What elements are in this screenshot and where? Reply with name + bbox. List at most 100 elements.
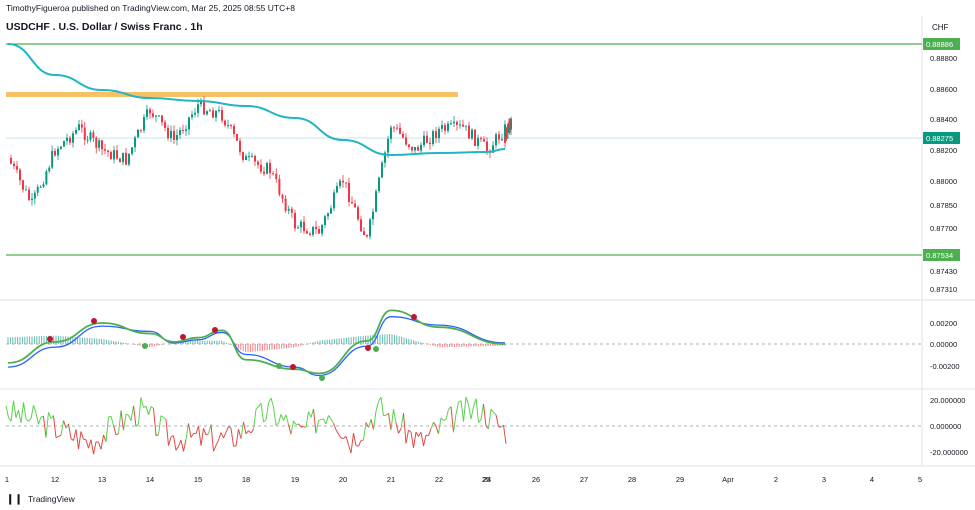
candle-body	[432, 131, 434, 145]
oscillator-segment	[495, 414, 499, 427]
oscillator-segment	[390, 409, 394, 431]
oscillator-segment	[430, 422, 434, 429]
oscillator-segment	[460, 400, 464, 422]
time-tick-label: Apr	[722, 475, 734, 484]
candle-body	[483, 139, 485, 142]
oscillator-segment	[470, 406, 474, 420]
oscillator-segment	[85, 439, 89, 449]
candle-body	[54, 150, 56, 156]
time-tick-label: 12	[51, 475, 59, 484]
oscillator-segment	[270, 397, 274, 407]
oscillator-segment	[415, 431, 419, 437]
oscillator-segment	[335, 429, 339, 435]
oscillator-segment	[375, 401, 379, 412]
oscillator-segment	[148, 406, 152, 415]
candle-body	[72, 133, 74, 143]
macd-cross-dot	[91, 318, 97, 324]
candle-body	[290, 208, 293, 213]
oscillator-segment	[5, 405, 9, 418]
oscillator-segment	[278, 414, 282, 424]
candle-body	[197, 104, 199, 113]
oscillator-segment	[58, 434, 62, 437]
time-tick-label: 22	[435, 475, 443, 484]
oscillator-segment	[325, 415, 329, 425]
candle-body	[164, 122, 166, 128]
level-price-label: 0.87534	[926, 251, 953, 260]
candle-body	[245, 156, 247, 160]
price-tick-label: 0.88400	[930, 115, 957, 124]
oscillator-segment	[30, 405, 34, 419]
oscillator-segment	[190, 433, 194, 438]
candle-body	[239, 140, 241, 153]
last-price-label: 0.88275	[926, 134, 953, 143]
candle-body	[45, 171, 48, 185]
oscillator-segment	[305, 411, 309, 428]
oscillator-segment	[260, 403, 264, 423]
oscillator-segment	[90, 439, 94, 455]
oscillator-segment	[405, 430, 409, 444]
oscillator-tick-label: 20.000000	[930, 396, 965, 405]
oscillator-tick-label: -20.000000	[930, 448, 968, 457]
candle-body	[372, 211, 374, 220]
macd-cross-dot	[290, 364, 296, 370]
oscillator-segment	[83, 438, 87, 441]
oscillator-segment	[33, 405, 37, 414]
oscillator-segment	[265, 402, 269, 421]
oscillator-segment	[145, 405, 149, 415]
oscillator-segment	[348, 444, 352, 454]
candle-body	[42, 184, 45, 187]
level-price-label: 0.88886	[926, 40, 953, 49]
candle-body	[281, 194, 284, 199]
oscillator-segment	[35, 412, 39, 425]
oscillator-segment	[73, 429, 77, 441]
candle-body	[438, 128, 440, 139]
candle-body	[471, 129, 473, 139]
oscillator-segment	[150, 406, 154, 409]
oscillator-segment	[220, 432, 224, 439]
candle-body	[227, 125, 229, 127]
oscillator-segment	[75, 429, 79, 450]
candle-body	[387, 138, 389, 153]
price-tick-label: 0.88200	[930, 146, 957, 155]
chart-canvas[interactable]: 0.88886 0.87534 0.88275 0.88800 0.88600 0.884…	[0, 0, 975, 510]
candle-body	[122, 152, 124, 163]
candle-body	[92, 132, 95, 138]
time-axis: 1 12 13 14 15 18 19 20 21 22 2425 26 27 28 29 Apr 2 3 4 5	[5, 475, 922, 484]
oscillator-segment	[490, 408, 494, 413]
oscillator-segment	[480, 403, 484, 420]
oscillator-segment	[118, 410, 122, 434]
price-tick-label: 0.88000	[930, 177, 957, 186]
candle-body	[146, 109, 148, 118]
candle-body	[98, 140, 101, 148]
candle-body	[101, 140, 103, 150]
oscillator-segment	[138, 397, 142, 424]
candle-body	[450, 123, 452, 125]
oscillator-segment	[463, 396, 467, 422]
candle-body	[170, 130, 172, 139]
oscillator-segment	[243, 421, 247, 434]
oscillator-segment	[213, 445, 217, 452]
candle-body	[303, 221, 305, 232]
candle-body	[179, 130, 181, 136]
candle-body	[324, 216, 326, 225]
macd-cross-dot	[212, 327, 218, 333]
candle-body	[66, 137, 68, 142]
oscillator-segment	[178, 439, 182, 447]
candle-body	[152, 113, 154, 117]
oscillator-segment	[273, 406, 277, 426]
macd-cross-dot	[373, 346, 379, 352]
candle-body	[28, 189, 30, 200]
oscillator-segment	[158, 415, 162, 435]
oscillator-segment	[215, 439, 219, 446]
oscillator-segment	[20, 402, 24, 424]
candle-body	[390, 127, 392, 139]
tradingview-brand[interactable]: ❙❙ TradingView	[6, 494, 75, 505]
oscillator-segment	[358, 440, 362, 447]
oscillator-segment	[210, 424, 214, 452]
oscillator-segment	[113, 425, 117, 436]
oscillator-segment	[105, 417, 109, 442]
candle-body	[435, 131, 437, 139]
time-tick-label: 29	[676, 475, 684, 484]
candle-body	[140, 129, 142, 131]
oscillator-segment	[198, 426, 202, 446]
